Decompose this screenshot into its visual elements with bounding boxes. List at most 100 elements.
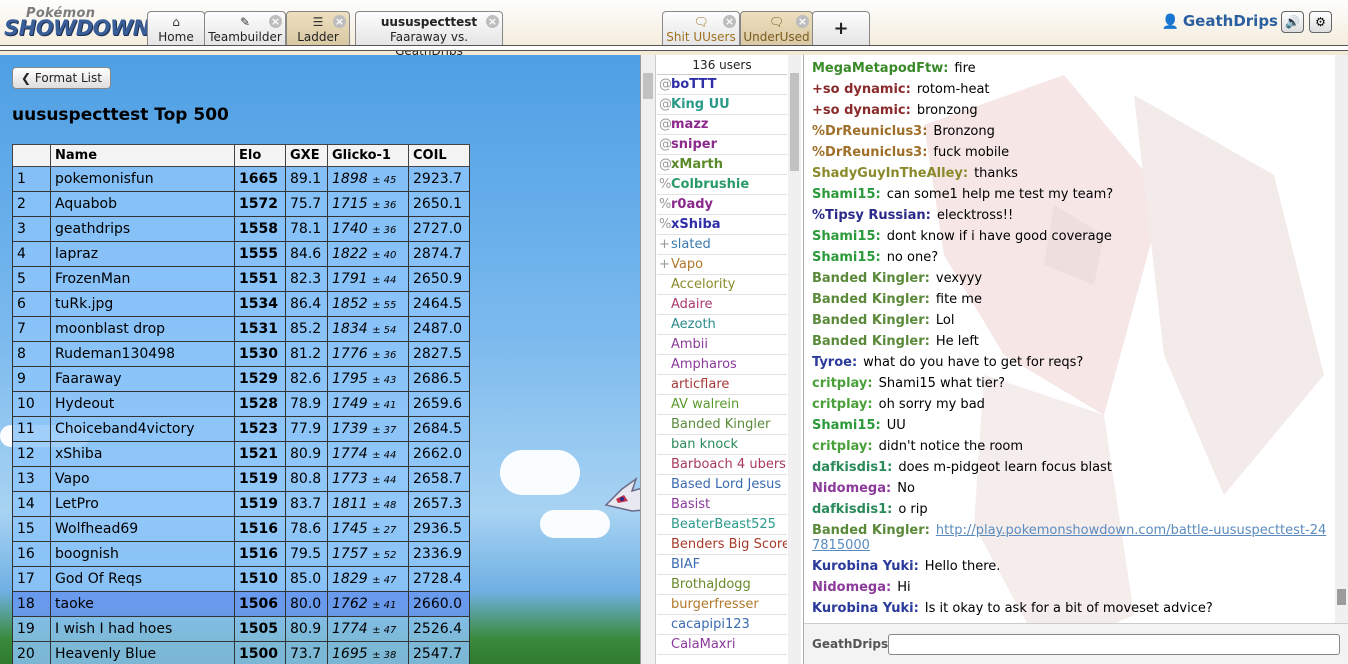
userlist-item[interactable]: @sniper [657, 135, 787, 155]
chat-username[interactable]: Kurobina Yuki: [812, 601, 919, 616]
ladder-name[interactable]: Vapo [50, 466, 235, 492]
chat-username[interactable]: Shami15: [812, 250, 881, 265]
ladder-row[interactable]: 19 I wish I had hoes 1505 80.9 1774 ± 47 2526… [12, 616, 470, 642]
ladder-name[interactable]: taoke [50, 591, 235, 617]
userlist-item[interactable]: cacapipi123 [657, 615, 787, 635]
userlist-scrollbar[interactable] [788, 55, 801, 664]
userlist-item[interactable]: Based Lord Jesus [657, 475, 787, 495]
ladder-row[interactable]: 6 tuRk.jpg 1534 86.4 1852 ± 55 2464.5 [12, 291, 470, 317]
ladder-row[interactable]: 12 xShiba 1521 80.9 1774 ± 44 2662.0 [12, 441, 470, 467]
chat-username[interactable]: Tyroe: [812, 355, 857, 370]
ladder-name[interactable]: moonblast drop [50, 316, 235, 342]
chat-username[interactable]: Banded Kingler: [812, 271, 930, 286]
chat-scrollbar[interactable] [1335, 55, 1348, 623]
userlist-item[interactable]: %Colbrushie [657, 175, 787, 195]
chat-username[interactable]: MegaMetapodFtw: [812, 61, 948, 76]
close-icon[interactable]: × [796, 15, 809, 28]
close-icon[interactable]: × [269, 15, 282, 28]
ladder-row[interactable]: 7 moonblast drop 1531 85.2 1834 ± 54 2487.0 [12, 316, 470, 342]
ladder-row[interactable]: 1 pokemonisfun 1665 89.1 1898 ± 45 2923.7 [12, 166, 470, 192]
userlist-item[interactable]: +Vapo [657, 255, 787, 275]
userlist-item[interactable]: BrothaJdogg [657, 575, 787, 595]
ladder-name[interactable]: Aquabob [50, 191, 235, 217]
ladder-name[interactable]: Wolfhead69 [50, 516, 235, 542]
userlist-item[interactable]: Barboach 4 ubers [657, 455, 787, 475]
userlist-item[interactable]: Benders Big Score [657, 535, 787, 555]
userlist-item[interactable]: CalaMaxri [657, 635, 787, 655]
ladder-row[interactable]: 15 Wolfhead69 1516 78.6 1745 ± 27 2936.5 [12, 516, 470, 542]
tab-battle[interactable]: uususpecttest Faaraway vs. GeathDrips × [355, 11, 503, 58]
ladder-name[interactable]: Faaraway [50, 366, 235, 392]
ladder-name[interactable]: geathdrips [50, 216, 235, 242]
chat-username[interactable]: Shami15: [812, 187, 881, 202]
ladder-row[interactable]: 14 LetPro 1519 83.7 1811 ± 48 2657.3 [12, 491, 470, 517]
userlist-item[interactable]: AV walrein [657, 395, 787, 415]
userlist-item[interactable]: +slated [657, 235, 787, 255]
chat-username[interactable]: Shami15: [812, 418, 881, 433]
close-icon[interactable]: × [333, 15, 346, 28]
chat-username[interactable]: critplay: [812, 376, 873, 391]
ladder-name[interactable]: tuRk.jpg [50, 291, 235, 317]
settings-button[interactable]: ⚙ [1309, 11, 1332, 33]
user-menu[interactable]: 👤 GeathDrips [1161, 12, 1278, 30]
ladder-row[interactable]: 4 lapraz 1555 84.6 1822 ± 40 2874.7 [12, 241, 470, 267]
chat-username[interactable]: +so dynamic: [812, 103, 911, 118]
userlist-item[interactable]: Ambii [657, 335, 787, 355]
close-icon[interactable]: × [723, 15, 736, 28]
ladder-row[interactable]: 16 boognish 1516 79.5 1757 ± 52 2336.9 [12, 541, 470, 567]
chat-username[interactable]: Banded Kingler: [812, 292, 930, 307]
userlist-item[interactable]: Accelority [657, 275, 787, 295]
ladder-row[interactable]: 18 taoke 1506 80.0 1762 ± 41 2660.0 [12, 591, 470, 617]
chat-username[interactable]: Banded Kingler: [812, 523, 930, 538]
userlist-item[interactable]: @xMarth [657, 155, 787, 175]
ladder-name[interactable]: boognish [50, 541, 235, 567]
pokemon-showdown-logo[interactable]: Pokémon SHOWDOWN! [4, 6, 159, 40]
chat-username[interactable]: Banded Kingler: [812, 313, 930, 328]
chat-username[interactable]: Kurobina Yuki: [812, 559, 919, 574]
ladder-row[interactable]: 3 geathdrips 1558 78.1 1740 ± 36 2727.0 [12, 216, 470, 242]
ladder-name[interactable]: xShiba [50, 441, 235, 467]
ladder-name[interactable]: Choiceband4victory [50, 416, 235, 442]
chat-username[interactable]: Nidomega: [812, 481, 891, 496]
ladder-name[interactable]: Hydeout [50, 391, 235, 417]
ladder-row[interactable]: 13 Vapo 1519 80.8 1773 ± 44 2658.7 [12, 466, 470, 492]
ladder-name[interactable]: lapraz [50, 241, 235, 267]
userlist-item[interactable]: @boTTT [657, 75, 787, 95]
chat-username[interactable]: dafkisdis1: [812, 502, 892, 517]
userlist-item[interactable]: BeaterBeast525 [657, 515, 787, 535]
scrollbar-thumb[interactable] [643, 73, 653, 99]
new-room-tab-button[interactable]: + [812, 11, 870, 46]
userlist-item[interactable]: burgerfresser [657, 595, 787, 615]
ladder-name[interactable]: Rudeman130498 [50, 341, 235, 367]
tab-home[interactable]: ⌂ Home [147, 11, 205, 46]
userlist-item[interactable]: Basist [657, 495, 787, 515]
ladder-row[interactable]: 20 Heavenly Blue 1500 73.7 1695 ± 38 2547.7 [12, 641, 470, 664]
ladder-row[interactable]: 8 Rudeman130498 1530 81.2 1776 ± 36 2827.5 [12, 341, 470, 367]
ladder-row[interactable]: 2 Aquabob 1572 75.7 1715 ± 36 2650.1 [12, 191, 470, 217]
format-list-button[interactable]: ❮ Format List [12, 67, 111, 89]
ladder-name[interactable]: Heavenly Blue [50, 641, 235, 664]
userlist-item[interactable]: articflare [657, 375, 787, 395]
userlist-item[interactable]: Ampharos [657, 355, 787, 375]
userlist-item[interactable]: %r0ady [657, 195, 787, 215]
scrollbar-thumb[interactable] [1337, 589, 1346, 605]
userlist-item[interactable]: %xShiba [657, 215, 787, 235]
chat-username[interactable]: Nidomega: [812, 580, 891, 595]
tab-teambuilder[interactable]: ✎ Teambuilder × [204, 11, 286, 46]
ladder-name[interactable]: I wish I had hoes [50, 616, 235, 642]
sound-button[interactable]: 🔊 [1281, 11, 1304, 33]
ladder-scrollbar[interactable] [641, 55, 656, 664]
userlist-item[interactable]: Banded Kingler [657, 415, 787, 435]
chat-username[interactable]: ShadyGuyInTheAlley: [812, 166, 968, 181]
ladder-row[interactable]: 11 Choiceband4victory 1523 77.9 1739 ± 37 268… [12, 416, 470, 442]
ladder-row[interactable]: 10 Hydeout 1528 78.9 1749 ± 41 2659.6 [12, 391, 470, 417]
ladder-name[interactable]: God Of Reqs [50, 566, 235, 592]
userlist-item[interactable]: BIAF [657, 555, 787, 575]
chat-username[interactable]: Shami15: [812, 229, 881, 244]
chat-username[interactable]: critplay: [812, 439, 873, 454]
chat-username[interactable]: %DrReuniclus3: [812, 145, 927, 160]
scrollbar-thumb[interactable] [790, 73, 799, 171]
ladder-row[interactable]: 9 Faaraway 1529 82.6 1795 ± 43 2686.5 [12, 366, 470, 392]
tab-room-underused[interactable]: 🗨 UnderUsed × [740, 11, 813, 46]
chat-message-input[interactable] [888, 634, 1340, 655]
